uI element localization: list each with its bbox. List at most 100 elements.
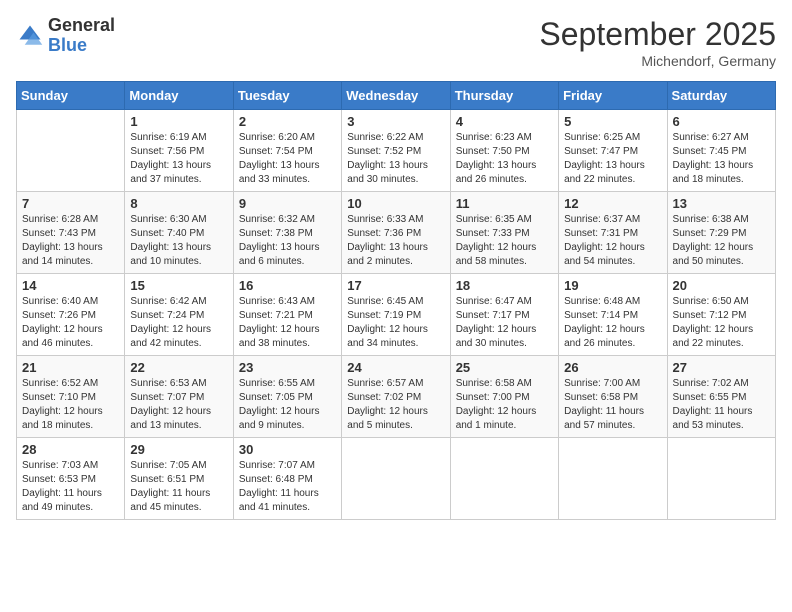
day-info: Sunrise: 6:50 AMSunset: 7:12 PMDaylight:… — [673, 295, 770, 351]
day-info: Sunrise: 6:30 AMSunset: 7:40 PMDaylight:… — [130, 213, 227, 269]
logo-icon — [16, 22, 44, 50]
day-number: 3 — [347, 114, 444, 129]
day-info: Sunrise: 7:05 AMSunset: 6:51 PMDaylight:… — [130, 459, 227, 515]
calendar-cell: 27 Sunrise: 7:02 AMSunset: 6:55 PMDayligh… — [667, 356, 775, 438]
day-info: Sunrise: 6:19 AMSunset: 7:56 PMDaylight:… — [130, 131, 227, 187]
calendar-cell: 22 Sunrise: 6:53 AMSunset: 7:07 PMDayligh… — [125, 356, 233, 438]
day-number: 26 — [564, 360, 661, 375]
day-info: Sunrise: 6:33 AMSunset: 7:36 PMDaylight:… — [347, 213, 444, 269]
weekday-header: Saturday — [667, 82, 775, 110]
day-info: Sunrise: 6:52 AMSunset: 7:10 PMDaylight:… — [22, 377, 119, 433]
day-number: 6 — [673, 114, 770, 129]
day-number: 24 — [347, 360, 444, 375]
calendar-cell: 1 Sunrise: 6:19 AMSunset: 7:56 PMDaylight… — [125, 110, 233, 192]
calendar-cell — [667, 438, 775, 520]
day-number: 25 — [456, 360, 553, 375]
day-number: 1 — [130, 114, 227, 129]
calendar-cell: 16 Sunrise: 6:43 AMSunset: 7:21 PMDayligh… — [233, 274, 341, 356]
day-info: Sunrise: 7:00 AMSunset: 6:58 PMDaylight:… — [564, 377, 661, 433]
calendar-cell: 23Sunrise: 6:55 AMSunset: 7:05 PMDayligh… — [233, 356, 341, 438]
day-info: Sunrise: 6:38 AMSunset: 7:29 PMDaylight:… — [673, 213, 770, 269]
day-info: Sunrise: 6:22 AMSunset: 7:52 PMDaylight:… — [347, 131, 444, 187]
day-info: Sunrise: 6:35 AMSunset: 7:33 PMDaylight:… — [456, 213, 553, 269]
day-info: Sunrise: 6:55 AMSunset: 7:05 PMDaylight:… — [239, 377, 336, 433]
day-number: 22 — [130, 360, 227, 375]
day-info: Sunrise: 6:23 AMSunset: 7:50 PMDaylight:… — [456, 131, 553, 187]
calendar-cell — [559, 438, 667, 520]
calendar-cell: 15 Sunrise: 6:42 AMSunset: 7:24 PMDayligh… — [125, 274, 233, 356]
calendar-table: SundayMondayTuesdayWednesdayThursdayFrid… — [16, 81, 776, 520]
calendar-cell: 7Sunrise: 6:28 AMSunset: 7:43 PMDaylight… — [17, 192, 125, 274]
calendar-cell: 13Sunrise: 6:38 AMSunset: 7:29 PMDayligh… — [667, 192, 775, 274]
day-number: 19 — [564, 278, 661, 293]
calendar-week-row: 28 Sunrise: 7:03 AMSunset: 6:53 PMDayligh… — [17, 438, 776, 520]
day-info: Sunrise: 6:25 AMSunset: 7:47 PMDaylight:… — [564, 131, 661, 187]
month-title: September 2025 — [539, 16, 776, 53]
day-info: Sunrise: 6:42 AMSunset: 7:24 PMDaylight:… — [130, 295, 227, 351]
calendar-cell: 20 Sunrise: 6:50 AMSunset: 7:12 PMDayligh… — [667, 274, 775, 356]
day-number: 21 — [22, 360, 119, 375]
day-number: 18 — [456, 278, 553, 293]
day-info: Sunrise: 6:57 AMSunset: 7:02 PMDaylight:… — [347, 377, 444, 433]
day-number: 5 — [564, 114, 661, 129]
day-info: Sunrise: 7:07 AMSunset: 6:48 PMDaylight:… — [239, 459, 336, 515]
weekday-header: Monday — [125, 82, 233, 110]
day-info: Sunrise: 7:02 AMSunset: 6:55 PMDaylight:… — [673, 377, 770, 433]
calendar-cell: 5 Sunrise: 6:25 AMSunset: 7:47 PMDaylight… — [559, 110, 667, 192]
day-info: Sunrise: 6:53 AMSunset: 7:07 PMDaylight:… — [130, 377, 227, 433]
weekday-header: Tuesday — [233, 82, 341, 110]
calendar-cell: 19 Sunrise: 6:48 AMSunset: 7:14 PMDayligh… — [559, 274, 667, 356]
location: Michendorf, Germany — [539, 53, 776, 69]
day-info: Sunrise: 6:47 AMSunset: 7:17 PMDaylight:… — [456, 295, 553, 351]
day-info: Sunrise: 6:48 AMSunset: 7:14 PMDaylight:… — [564, 295, 661, 351]
calendar-cell: 17 Sunrise: 6:45 AMSunset: 7:19 PMDayligh… — [342, 274, 450, 356]
day-number: 10 — [347, 196, 444, 211]
day-number: 9 — [239, 196, 336, 211]
day-number: 29 — [130, 442, 227, 457]
calendar-cell: 12 Sunrise: 6:37 AMSunset: 7:31 PMDayligh… — [559, 192, 667, 274]
day-number: 20 — [673, 278, 770, 293]
day-number: 30 — [239, 442, 336, 457]
day-number: 12 — [564, 196, 661, 211]
calendar-cell: 21 Sunrise: 6:52 AMSunset: 7:10 PMDayligh… — [17, 356, 125, 438]
day-info: Sunrise: 6:32 AMSunset: 7:38 PMDaylight:… — [239, 213, 336, 269]
day-number: 14 — [22, 278, 119, 293]
weekday-header: Wednesday — [342, 82, 450, 110]
day-number: 15 — [130, 278, 227, 293]
title-block: September 2025 Michendorf, Germany — [539, 16, 776, 69]
calendar-cell: 6Sunrise: 6:27 AMSunset: 7:45 PMDaylight… — [667, 110, 775, 192]
calendar-week-row: 1 Sunrise: 6:19 AMSunset: 7:56 PMDaylight… — [17, 110, 776, 192]
day-info: Sunrise: 6:40 AMSunset: 7:26 PMDaylight:… — [22, 295, 119, 351]
calendar-cell: 18 Sunrise: 6:47 AMSunset: 7:17 PMDayligh… — [450, 274, 558, 356]
day-number: 27 — [673, 360, 770, 375]
day-info: Sunrise: 6:45 AMSunset: 7:19 PMDaylight:… — [347, 295, 444, 351]
day-info: Sunrise: 6:20 AMSunset: 7:54 PMDaylight:… — [239, 131, 336, 187]
calendar-cell: 25Sunrise: 6:58 AMSunset: 7:00 PMDayligh… — [450, 356, 558, 438]
page-header: General Blue September 2025 Michendorf, … — [16, 16, 776, 69]
day-number: 8 — [130, 196, 227, 211]
day-number: 11 — [456, 196, 553, 211]
calendar-cell: 28 Sunrise: 7:03 AMSunset: 6:53 PMDayligh… — [17, 438, 125, 520]
day-number: 28 — [22, 442, 119, 457]
day-number: 16 — [239, 278, 336, 293]
day-info: Sunrise: 6:37 AMSunset: 7:31 PMDaylight:… — [564, 213, 661, 269]
calendar-cell: 24 Sunrise: 6:57 AMSunset: 7:02 PMDayligh… — [342, 356, 450, 438]
calendar-week-row: 7Sunrise: 6:28 AMSunset: 7:43 PMDaylight… — [17, 192, 776, 274]
day-number: 2 — [239, 114, 336, 129]
day-info: Sunrise: 7:03 AMSunset: 6:53 PMDaylight:… — [22, 459, 119, 515]
weekday-header: Thursday — [450, 82, 558, 110]
calendar-cell — [450, 438, 558, 520]
logo-general-text: General — [48, 16, 115, 36]
calendar-cell: 26 Sunrise: 7:00 AMSunset: 6:58 PMDayligh… — [559, 356, 667, 438]
calendar-cell: 3 Sunrise: 6:22 AMSunset: 7:52 PMDaylight… — [342, 110, 450, 192]
calendar-cell: 11 Sunrise: 6:35 AMSunset: 7:33 PMDayligh… — [450, 192, 558, 274]
calendar-cell: 14 Sunrise: 6:40 AMSunset: 7:26 PMDayligh… — [17, 274, 125, 356]
day-number: 17 — [347, 278, 444, 293]
calendar-week-row: 21 Sunrise: 6:52 AMSunset: 7:10 PMDayligh… — [17, 356, 776, 438]
day-info: Sunrise: 6:28 AMSunset: 7:43 PMDaylight:… — [22, 213, 119, 269]
calendar-header-row: SundayMondayTuesdayWednesdayThursdayFrid… — [17, 82, 776, 110]
calendar-cell: 9 Sunrise: 6:32 AMSunset: 7:38 PMDaylight… — [233, 192, 341, 274]
weekday-header: Friday — [559, 82, 667, 110]
day-info: Sunrise: 6:43 AMSunset: 7:21 PMDaylight:… — [239, 295, 336, 351]
calendar-week-row: 14 Sunrise: 6:40 AMSunset: 7:26 PMDayligh… — [17, 274, 776, 356]
